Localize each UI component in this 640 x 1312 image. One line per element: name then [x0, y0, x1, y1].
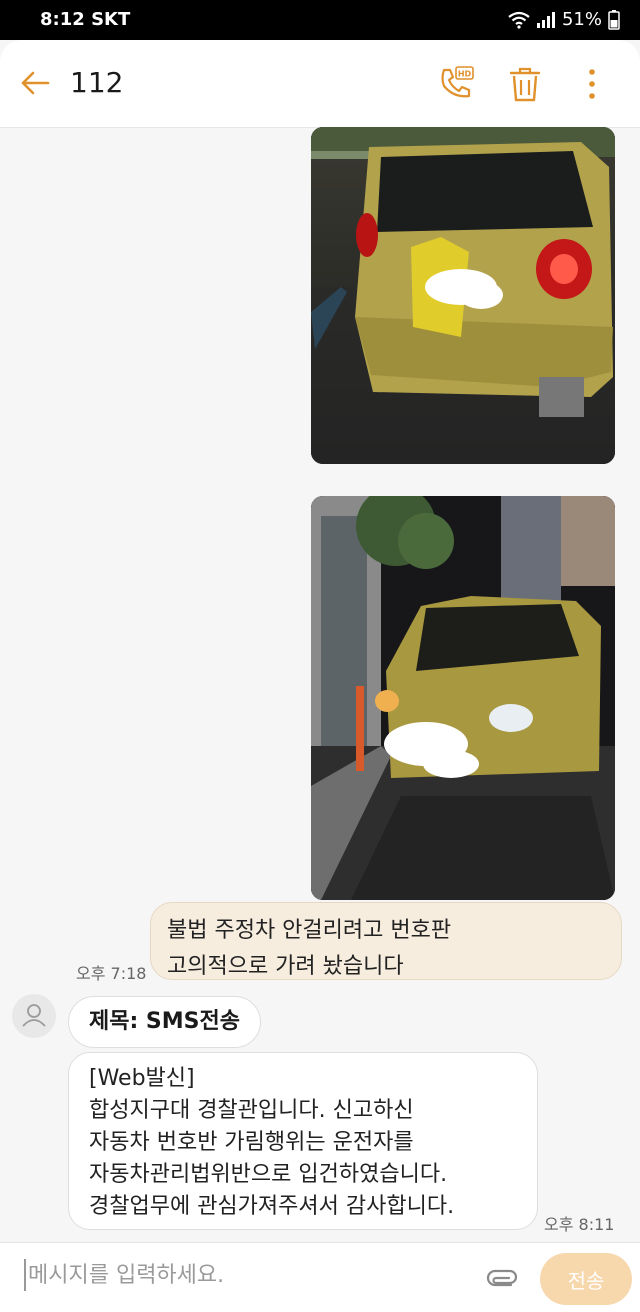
- status-time: 8:12: [40, 9, 85, 30]
- back-arrow-icon[interactable]: [18, 66, 52, 100]
- outgoing-message-bubble[interactable]: 불법 주정차 안걸리려고 번호판 고의적으로 가려 놨습니다: [150, 902, 622, 980]
- hd-call-icon[interactable]: HD: [436, 64, 476, 104]
- message-input[interactable]: [28, 1258, 458, 1292]
- message-line: 경찰업무에 관심가져주셔서 감사합니다.: [89, 1194, 455, 1219]
- message-composer: 전송: [0, 1242, 640, 1312]
- avatar[interactable]: [12, 994, 56, 1038]
- car-front-image: [311, 496, 615, 900]
- more-vertical-icon[interactable]: [580, 64, 604, 104]
- message-line: [Web발신]: [89, 1066, 195, 1091]
- send-button[interactable]: 전송: [540, 1253, 632, 1305]
- conversation-header: 112 HD: [0, 40, 640, 128]
- car-rear-image: [311, 127, 615, 464]
- battery-icon: [608, 9, 620, 30]
- conversation-title: 112: [70, 66, 124, 99]
- battery-percent: 51%: [561, 9, 602, 30]
- incoming-message-bubble[interactable]: [Web발신] 합성지구대 경찰관입니다. 신고하신 자동차 번호반 가림행위는…: [68, 1052, 538, 1230]
- photo-car-front[interactable]: [311, 496, 615, 900]
- person-icon: [22, 1004, 46, 1027]
- message-line: 고의적으로 가려 놨습니다: [167, 954, 404, 979]
- status-time-carrier: 8:12 SKT: [40, 9, 130, 30]
- message-line: 합성지구대 경찰관입니다. 신고하신: [89, 1098, 414, 1123]
- message-line: 자동차관리법위반으로 입건하였습니다.: [89, 1162, 448, 1187]
- status-bar: 8:12 SKT 51%: [0, 0, 640, 40]
- status-carrier: SKT: [91, 9, 131, 30]
- signal-icon: [536, 11, 555, 28]
- incoming-timestamp: 오후 8:11: [544, 1215, 615, 1234]
- svg-text:HD: HD: [458, 70, 472, 79]
- wifi-icon: [508, 11, 530, 29]
- outgoing-timestamp: 오후 7:18: [76, 964, 147, 983]
- photo-car-rear[interactable]: [311, 127, 615, 464]
- message-line: 불법 주정차 안걸리려고 번호판: [167, 918, 452, 943]
- status-indicators: 51%: [508, 9, 620, 30]
- subject-bubble[interactable]: 제목: SMS전송: [68, 996, 261, 1048]
- text-cursor: [24, 1259, 26, 1291]
- message-line: 자동차 번호반 가림행위는 운전자를: [89, 1130, 414, 1155]
- trash-icon[interactable]: [506, 64, 544, 104]
- attachment-icon[interactable]: [480, 1263, 522, 1293]
